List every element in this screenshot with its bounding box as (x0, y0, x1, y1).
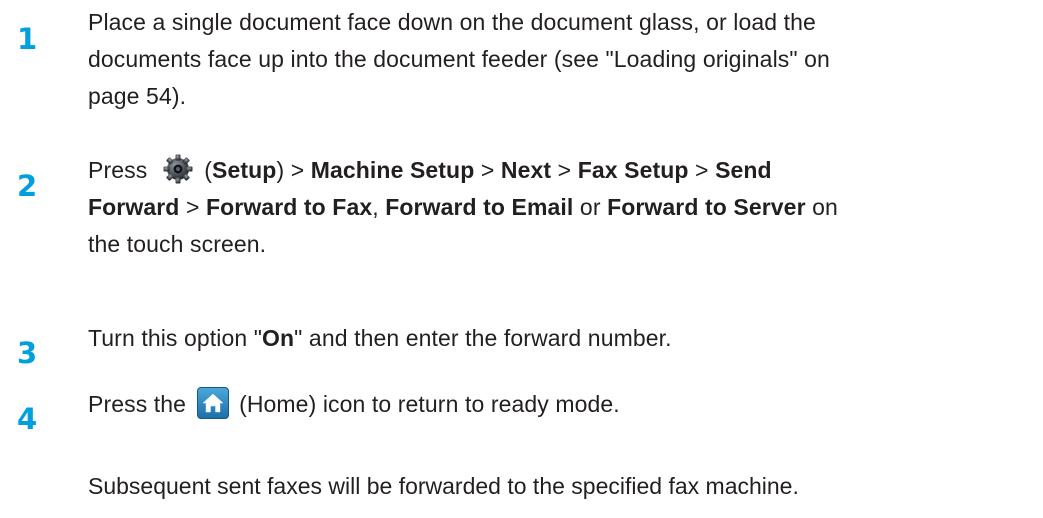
forward-to-fax-label: Forward to Fax (205, 194, 373, 220)
next-label: Next (500, 157, 552, 183)
press-text: Press (88, 157, 148, 183)
step-line: Place a single document face down on the… (88, 9, 816, 35)
step-line: the touch screen. (88, 231, 267, 257)
or-text: or (579, 194, 601, 220)
text-segment: " and then enter the forward number. (294, 325, 672, 351)
step-text: Press (Setup) > Machine Setup > Next > F… (88, 152, 1038, 263)
on-text: on (812, 194, 838, 220)
machine-setup-label: Machine Setup (310, 157, 475, 183)
text-segment: Turn this option " (88, 325, 263, 351)
step-line: Forward > Forward to Fax, Forward to Ema… (88, 194, 838, 220)
forward-label: Forward (88, 194, 180, 220)
text-segment: (Home) icon to return to ready mode. (239, 391, 620, 417)
home-icon (196, 386, 229, 419)
setup-label: Setup (212, 157, 277, 183)
separator: > (290, 157, 305, 183)
on-label: On (262, 325, 295, 351)
step-line: documents face up into the document feed… (88, 46, 830, 72)
step-line: page 54). (88, 83, 187, 109)
step-number: 3 (17, 336, 38, 370)
send-label: Send (715, 157, 772, 183)
forward-to-server-label: Forward to Server (607, 194, 806, 220)
step-text: Press the (Home) icon to return to ready… (88, 386, 1038, 423)
step-text: Place a single document face down on the… (88, 4, 1038, 115)
fax-setup-label: Fax Setup (577, 157, 689, 183)
forward-to-email-label: Forward to Email (385, 194, 574, 220)
text-segment: Press the (88, 391, 187, 417)
note-text: Subsequent sent faxes will be forwarded … (88, 473, 799, 499)
step-line: Turn this option "On" and then enter the… (88, 320, 1038, 357)
step-text: Turn this option "On" and then enter the… (88, 320, 1038, 357)
separator: > (480, 157, 495, 183)
step-number: 2 (17, 169, 38, 203)
step-number: 1 (17, 22, 38, 56)
separator: > (695, 157, 709, 183)
step-line: Press the (Home) icon to return to ready… (88, 386, 1038, 423)
separator: > (557, 157, 572, 183)
gear-icon (162, 153, 194, 185)
step-line: Press (Setup) > Machine Setup > Next > F… (88, 152, 1038, 189)
step-number: 4 (17, 402, 38, 436)
separator: > (185, 194, 200, 220)
